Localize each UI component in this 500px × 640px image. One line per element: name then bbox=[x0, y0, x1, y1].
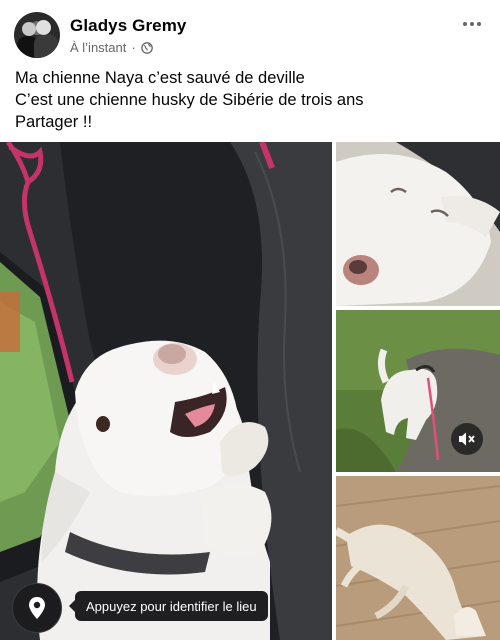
author-avatar[interactable] bbox=[14, 12, 60, 58]
globe-icon bbox=[140, 41, 153, 54]
post-meta: À l’instant · bbox=[70, 40, 153, 55]
post-text-line: C’est une chienne husky de Sibérie de tr… bbox=[15, 91, 364, 109]
speaker-muted-icon bbox=[459, 432, 475, 446]
location-pin-icon bbox=[29, 597, 45, 619]
more-options-icon[interactable] bbox=[460, 14, 484, 34]
mute-button[interactable] bbox=[451, 423, 483, 455]
post-timestamp[interactable]: À l’instant bbox=[70, 40, 126, 55]
location-tooltip[interactable]: Appuyez pour identifier le lieu bbox=[69, 591, 268, 621]
video-thumbnail[interactable] bbox=[336, 310, 500, 472]
meta-separator: · bbox=[131, 40, 136, 55]
post-header: Gladys Gremy À l’instant · bbox=[0, 0, 500, 66]
author-name[interactable]: Gladys Gremy bbox=[70, 16, 186, 36]
post-text-line: Ma chienne Naya c’est sauvé de deville bbox=[15, 69, 305, 87]
post-text: Ma chienne Naya c’est sauvé de deville C… bbox=[15, 67, 490, 133]
post-text-line: Partager !! bbox=[15, 113, 93, 131]
photo-thumbnail[interactable] bbox=[336, 476, 500, 640]
main-photo[interactable]: Appuyez pour identifier le lieu bbox=[0, 142, 332, 640]
location-button[interactable] bbox=[12, 583, 62, 633]
photo-grid: Appuyez pour identifier le lieu bbox=[0, 142, 500, 640]
photo-thumbnail[interactable] bbox=[336, 142, 500, 306]
